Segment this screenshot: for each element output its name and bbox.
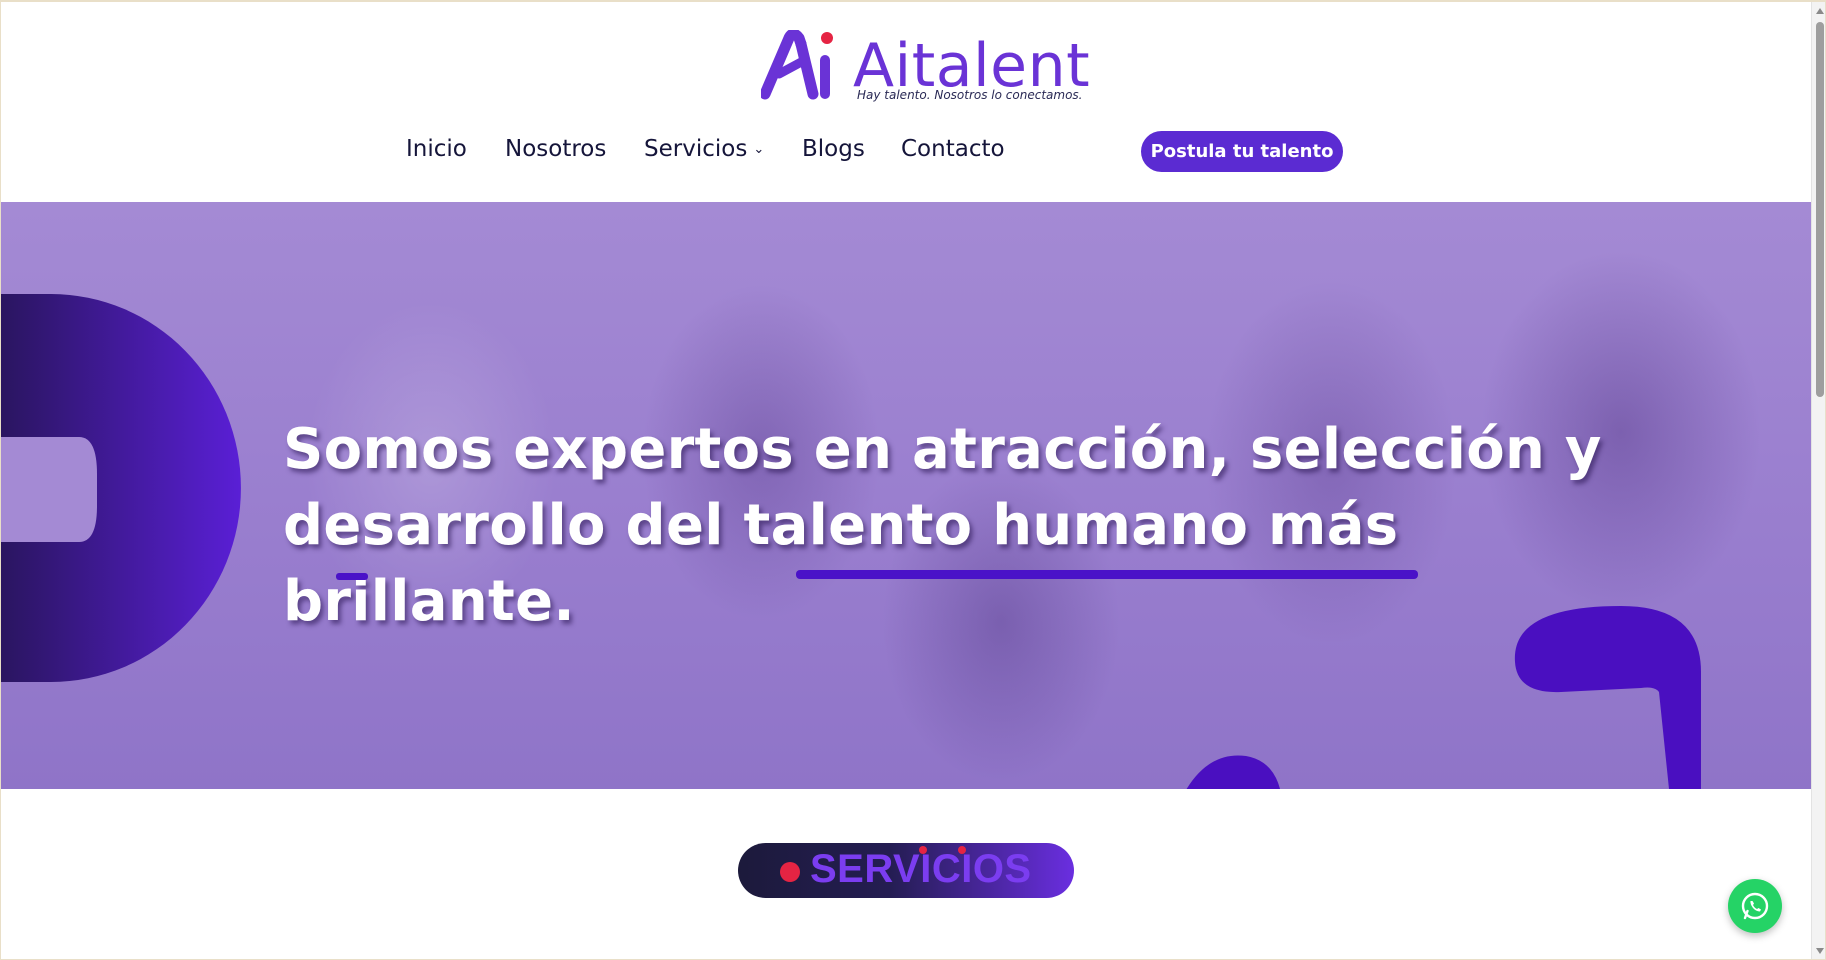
hero-decor-bottom <box>1186 755 1280 789</box>
hero-underline-accent-small <box>336 573 368 580</box>
nav-item-servicios-label: Servicios <box>644 136 748 162</box>
site-header: Aitalent Hay talento. Nosotros lo conect… <box>1 2 1811 202</box>
nav-item-inicio[interactable]: Inicio <box>406 136 467 162</box>
hero-underline-accent <box>796 570 1418 579</box>
scroll-up-arrow-icon[interactable] <box>1816 8 1824 14</box>
hero-decor-left <box>1 294 241 682</box>
main-nav: Inicio Nosotros Servicios ⌄ Blogs Contact… <box>1 132 1811 172</box>
nav-item-servicios[interactable]: Servicios ⌄ <box>644 136 764 162</box>
page-scrollbar[interactable] <box>1811 2 1825 959</box>
hero-headline: Somos expertos en atracción, selección y… <box>283 412 1683 640</box>
browser-viewport: Aitalent Hay talento. Nosotros lo conect… <box>0 0 1826 960</box>
chevron-down-icon: ⌄ <box>753 142 765 157</box>
nav-item-blogs[interactable]: Blogs <box>802 136 865 162</box>
postula-talento-button[interactable]: Postula tu talento <box>1141 131 1343 172</box>
whatsapp-button[interactable] <box>1728 879 1782 933</box>
hero-decor-right <box>1514 606 1701 789</box>
services-heading-pill: SERVICIOS <box>738 843 1074 898</box>
letter-dot-icon <box>919 846 927 854</box>
brand-logo[interactable]: Aitalent Hay talento. Nosotros lo conect… <box>761 30 1091 110</box>
letter-dot-icon <box>958 846 966 854</box>
hero-headline-line2: desarrollo del talento humano más brilla… <box>283 493 1399 634</box>
nav-item-contacto[interactable]: Contacto <box>901 136 1005 162</box>
red-dot-icon <box>780 862 800 882</box>
hero-headline-line1: Somos expertos en atracción, selección y <box>283 417 1602 482</box>
whatsapp-icon <box>1741 892 1769 920</box>
scroll-down-arrow-icon[interactable] <box>1816 948 1824 954</box>
hero-banner: Somos expertos en atracción, selección y… <box>1 202 1811 789</box>
aitalent-logo-icon <box>761 30 833 100</box>
scrollbar-thumb[interactable] <box>1816 22 1824 397</box>
brand-tagline: Hay talento. Nosotros lo conectamos. <box>857 88 1083 102</box>
nav-item-nosotros[interactable]: Nosotros <box>505 136 606 162</box>
